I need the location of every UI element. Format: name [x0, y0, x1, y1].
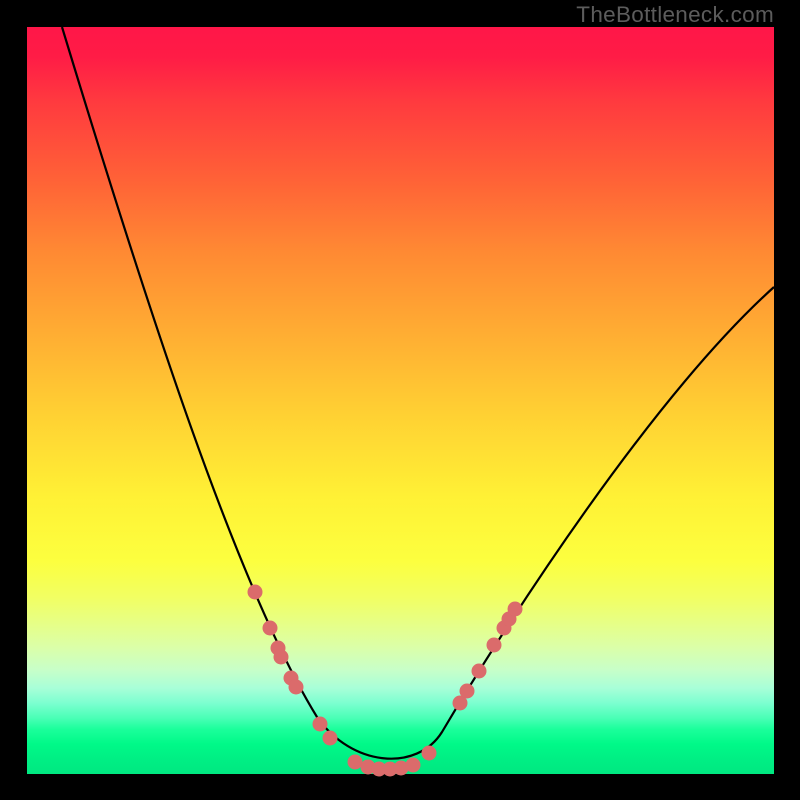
bottleneck-curve — [62, 27, 774, 759]
data-point — [313, 717, 328, 732]
data-point — [248, 585, 263, 600]
data-point — [472, 664, 487, 679]
data-point — [406, 758, 421, 773]
data-point — [508, 602, 523, 617]
data-point — [487, 638, 502, 653]
chart-frame: TheBottleneck.com — [0, 0, 800, 800]
curve-svg — [27, 27, 774, 774]
plot-area — [27, 27, 774, 774]
data-point — [289, 680, 304, 695]
data-point — [422, 746, 437, 761]
data-point — [348, 755, 363, 770]
data-point — [274, 650, 289, 665]
watermark-text: TheBottleneck.com — [576, 2, 774, 28]
data-point — [460, 684, 475, 699]
data-point — [263, 621, 278, 636]
data-point — [323, 731, 338, 746]
dot-layer — [248, 585, 523, 777]
